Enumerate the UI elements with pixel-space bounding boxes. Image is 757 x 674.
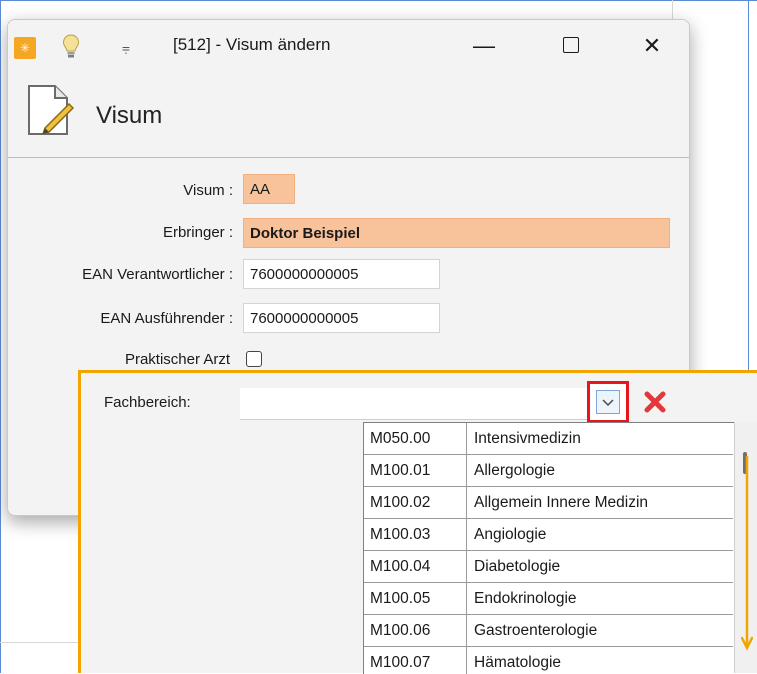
window-title: [512] - Visum ändern — [173, 35, 331, 54]
dropdown-row-code: M100.04 — [364, 551, 467, 583]
maximize-icon — [563, 37, 579, 54]
erbringer-label: Erbringer : — [162, 224, 233, 241]
dropdown-row-code: M100.01 — [364, 455, 467, 487]
quick-access-menu-icon[interactable]: ⩦ — [118, 37, 134, 57]
dropdown-row-name: Gastroenterologie — [474, 622, 598, 639]
dropdown-row[interactable]: M100.05 Endokrinologie — [364, 583, 733, 615]
background-frame-left — [0, 0, 1, 673]
dropdown-row[interactable]: M100.06 Gastroenterologie — [364, 615, 733, 647]
header-divider — [8, 157, 689, 158]
fachbereich-input[interactable] — [240, 388, 598, 420]
fachbereich-dropdown-list[interactable]: M050.00 Intensivmedizin M100.01 Allergol… — [363, 422, 737, 674]
fachbereich-label: Fachbereich: — [104, 394, 191, 411]
dropdown-row[interactable]: M100.02 Allgemein Innere Medizin — [364, 487, 733, 519]
dropdown-row-name: Allergologie — [474, 462, 555, 479]
dropdown-row-name: Allgemein Innere Medizin — [474, 494, 649, 511]
scroll-down-arrow-icon — [741, 456, 753, 651]
dropdown-row-code: M100.05 — [364, 583, 467, 615]
dropdown-row-name: Angiologie — [474, 526, 547, 543]
ean-ausfuehrender-field[interactable]: 7600000000005 — [243, 303, 440, 333]
dropdown-row[interactable]: M100.04 Diabetologie — [364, 551, 733, 583]
page-title: Visum — [96, 102, 163, 129]
dropdown-row[interactable]: M100.07 Hämatologie — [364, 647, 733, 674]
dropdown-row[interactable]: M100.01 Allergologie — [364, 455, 733, 487]
dropdown-row-code: M100.03 — [364, 519, 467, 551]
app-logo-icon[interactable]: ✳ — [14, 37, 36, 59]
close-button[interactable]: ✕ — [630, 28, 674, 64]
dropdown-row[interactable]: M050.00 Intensivmedizin — [364, 423, 733, 455]
dropdown-row-code: M100.07 — [364, 647, 467, 674]
ean-verantwortlicher-field[interactable]: 7600000000005 — [243, 259, 440, 289]
dropdown-row-name: Diabetologie — [474, 558, 561, 575]
dropdown-row-code: M050.00 — [364, 423, 467, 455]
visum-label: Visum : — [183, 182, 233, 199]
title-bar[interactable]: ✳ ⩦ [512] - Visum ändern — ✕ — [8, 20, 689, 72]
dropdown-row[interactable]: M100.03 Angiologie — [364, 519, 733, 551]
dropdown-row-code: M100.02 — [364, 487, 467, 519]
praktischer-arzt-label: Praktischer Arzt — [124, 351, 230, 368]
dropdown-row-name: Endokrinologie — [474, 590, 577, 607]
maximize-button[interactable] — [549, 28, 593, 64]
minimize-button[interactable]: — — [462, 28, 506, 64]
erbringer-field[interactable]: Doktor Beispiel — [243, 218, 670, 248]
praktischer-arzt-checkbox[interactable] — [246, 351, 262, 367]
lightbulb-icon[interactable] — [62, 34, 80, 60]
ean-ausfuehrender-label: EAN Ausführender : — [100, 310, 233, 327]
ean-verantwortlicher-label: EAN Verantwortlicher : — [82, 266, 233, 283]
chevron-down-icon — [602, 399, 614, 407]
document-edit-icon — [28, 85, 75, 136]
dropdown-row-name: Hämatologie — [474, 654, 562, 671]
dropdown-row-code: M100.06 — [364, 615, 467, 647]
visum-field[interactable]: AA — [243, 174, 295, 204]
clear-x-icon[interactable] — [643, 390, 667, 414]
dropdown-row-name: Intensivmedizin — [474, 430, 581, 447]
background-frame-top — [0, 0, 757, 1]
dropdown-button-face — [596, 390, 620, 414]
fachbereich-dropdown-button[interactable] — [587, 381, 629, 423]
